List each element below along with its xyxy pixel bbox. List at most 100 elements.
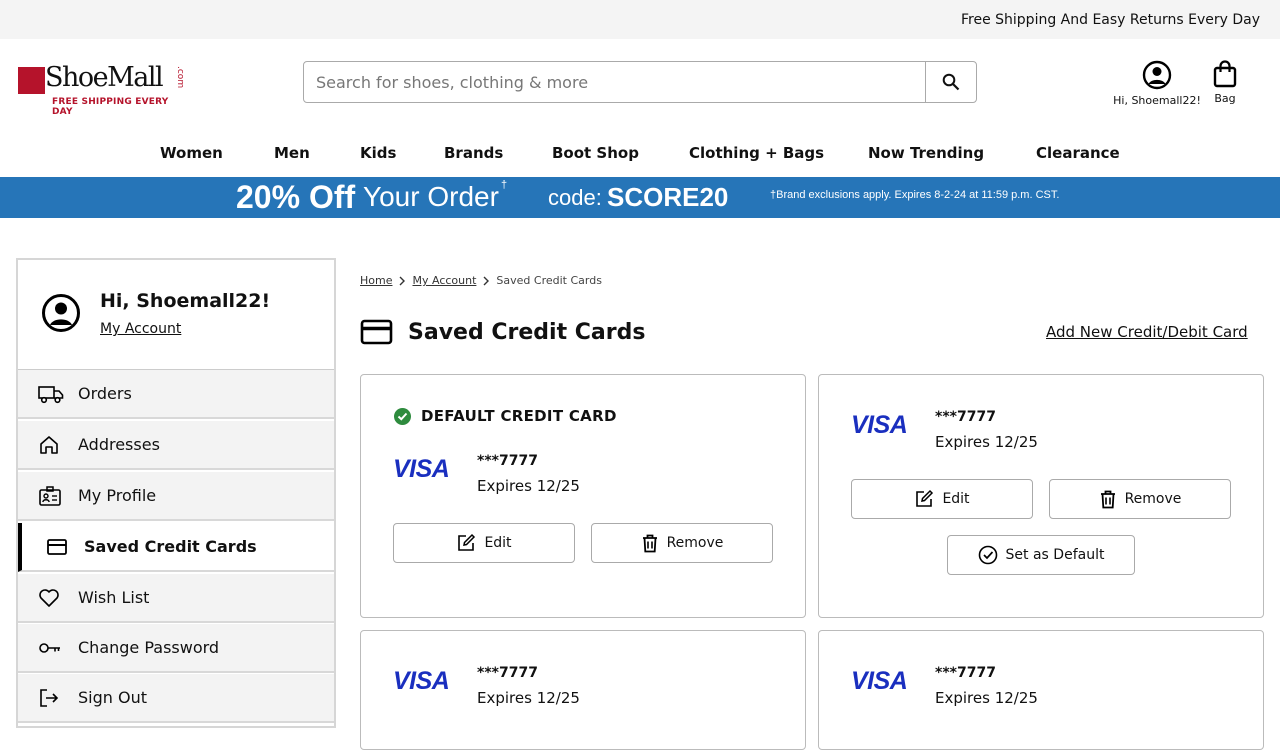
nav-item-brands[interactable]: Brands	[444, 144, 503, 162]
promo-disclaimer: †Brand exclusions apply. Expires 8-2-24 …	[770, 189, 1060, 201]
top-banner: Free Shipping And Easy Returns Every Day	[0, 0, 1280, 39]
trash-icon	[1100, 490, 1115, 509]
search-input[interactable]	[304, 62, 925, 102]
promo-banner[interactable]: 20% Off Your Order † code: SCORE20 †Bran…	[0, 177, 1280, 218]
set-default-button[interactable]: Set as Default	[947, 535, 1135, 575]
header-bag-label: Bag	[1214, 92, 1236, 105]
remove-card-button[interactable]: Remove	[1049, 479, 1231, 519]
sidebar-item-label: Addresses	[78, 435, 160, 454]
card-number: ***7777	[935, 665, 996, 681]
card-expiry: Expires 12/25	[477, 477, 580, 495]
card-number: ***7777	[477, 453, 538, 469]
promo-dagger: †	[501, 179, 508, 191]
edit-icon	[458, 533, 476, 551]
account-sidebar: Hi, Shoemall22! My Account Orders Addres…	[16, 258, 336, 728]
sidebar-item-label: Wish List	[78, 588, 150, 607]
nav-item-clothing-bags[interactable]: Clothing + Bags	[689, 144, 824, 162]
nav-item-clearance[interactable]: Clearance	[1036, 144, 1120, 162]
breadcrumb: Home My Account Saved Credit Cards	[360, 274, 602, 287]
card-expiry: Expires 12/25	[477, 689, 580, 707]
sign-out-icon	[40, 689, 59, 707]
edit-card-button[interactable]: Edit	[393, 523, 575, 563]
visa-logo: VISA	[393, 667, 450, 695]
logo-suffix: .com	[175, 66, 185, 89]
chevron-right-icon	[399, 276, 406, 285]
breadcrumb-home[interactable]: Home	[360, 274, 392, 287]
user-circle-icon	[1142, 60, 1172, 90]
card-expiry: Expires 12/25	[935, 433, 1038, 451]
credit-card-icon	[47, 539, 67, 555]
set-default-label: Set as Default	[1005, 547, 1105, 563]
breadcrumb-my-account[interactable]: My Account	[412, 274, 476, 287]
page-header: Saved Credit Cards	[360, 318, 645, 346]
sidebar-user: Hi, Shoemall22! My Account	[18, 260, 334, 370]
card-number: ***7777	[477, 665, 538, 681]
edit-label: Edit	[942, 491, 970, 507]
remove-label: Remove	[1124, 491, 1182, 507]
id-card-icon	[39, 486, 61, 506]
card-expiry: Expires 12/25	[935, 689, 1038, 707]
sidebar-item-label: Orders	[78, 384, 132, 403]
sidebar-account-link[interactable]: My Account	[100, 321, 181, 337]
sidebar-item-change-password[interactable]: Change Password	[18, 624, 334, 673]
header-account-label: Hi, Shoemall22!	[1113, 94, 1201, 107]
sidebar-item-saved-credit-cards[interactable]: Saved Credit Cards	[18, 523, 334, 572]
search-icon	[942, 73, 960, 91]
user-circle-icon	[42, 294, 80, 332]
default-card-badge: DEFAULT CREDIT CARD	[394, 407, 617, 425]
promo-code-label: code:	[548, 185, 602, 210]
page-title: Saved Credit Cards	[408, 319, 646, 345]
sidebar-item-label: Sign Out	[78, 688, 147, 707]
saved-card: VISA ***7777 Expires 12/25	[360, 630, 806, 750]
visa-logo: VISA	[851, 411, 908, 439]
sidebar-item-addresses[interactable]: Addresses	[18, 421, 334, 470]
edit-icon	[916, 489, 934, 507]
remove-label: Remove	[666, 535, 724, 551]
nav-item-women[interactable]: Women	[160, 144, 223, 162]
chevron-right-icon	[483, 276, 490, 285]
check-circle-icon	[394, 407, 411, 425]
sidebar-greeting: Hi, Shoemall22!	[100, 290, 271, 312]
visa-logo: VISA	[851, 667, 908, 695]
saved-card: VISA ***7777 Expires 12/25	[818, 630, 1264, 750]
nav-item-now-trending[interactable]: Now Trending	[868, 144, 984, 162]
sidebar-item-sign-out[interactable]: Sign Out	[18, 674, 334, 723]
promo-discount: 20% Off	[236, 179, 356, 215]
truck-icon	[38, 386, 64, 404]
edit-card-button[interactable]: Edit	[851, 479, 1033, 519]
site-logo[interactable]: ShoeMall .com FREE SHIPPING EVERY DAY	[18, 62, 188, 117]
search-bar	[303, 61, 977, 103]
nav-item-men[interactable]: Men	[274, 144, 310, 162]
sidebar-item-label: My Profile	[78, 486, 157, 505]
promo-code: SCORE20	[607, 182, 729, 212]
home-icon	[40, 436, 58, 454]
logo-tagline: FREE SHIPPING EVERY DAY	[52, 97, 169, 117]
search-button[interactable]	[925, 62, 976, 102]
nav-item-boot-shop[interactable]: Boot Shop	[552, 144, 639, 162]
saved-card: VISA ***7777 Expires 12/25 Edit Remove S…	[818, 374, 1264, 618]
header-bag[interactable]: Bag	[1207, 60, 1243, 105]
breadcrumb-current: Saved Credit Cards	[496, 274, 602, 287]
remove-card-button[interactable]: Remove	[591, 523, 773, 563]
add-new-card-link[interactable]: Add New Credit/Debit Card	[1046, 323, 1248, 341]
sidebar-item-orders[interactable]: Orders	[18, 370, 334, 419]
nav-item-kids[interactable]: Kids	[360, 144, 396, 162]
sidebar-item-label: Change Password	[78, 638, 220, 657]
visa-logo: VISA	[393, 455, 450, 483]
promo-text: Your Order	[363, 181, 499, 212]
main-nav: Women Men Kids Brands Boot Shop Clothing…	[0, 140, 1280, 168]
check-circle-icon	[978, 545, 997, 565]
shopping-bag-icon	[1213, 60, 1237, 88]
key-icon	[39, 643, 60, 653]
header-account[interactable]: Hi, Shoemall22!	[1108, 60, 1206, 107]
edit-label: Edit	[484, 535, 512, 551]
heart-icon	[39, 589, 59, 607]
logo-name: ShoeMall	[45, 62, 164, 93]
logo-mark-icon	[18, 67, 45, 94]
default-card-label: DEFAULT CREDIT CARD	[421, 407, 617, 425]
saved-card-default: DEFAULT CREDIT CARD VISA ***7777 Expires…	[360, 374, 806, 618]
card-number: ***7777	[935, 409, 996, 425]
sidebar-item-label: Saved Credit Cards	[84, 537, 257, 556]
sidebar-item-wish-list[interactable]: Wish List	[18, 574, 334, 623]
sidebar-item-my-profile[interactable]: My Profile	[18, 472, 334, 521]
